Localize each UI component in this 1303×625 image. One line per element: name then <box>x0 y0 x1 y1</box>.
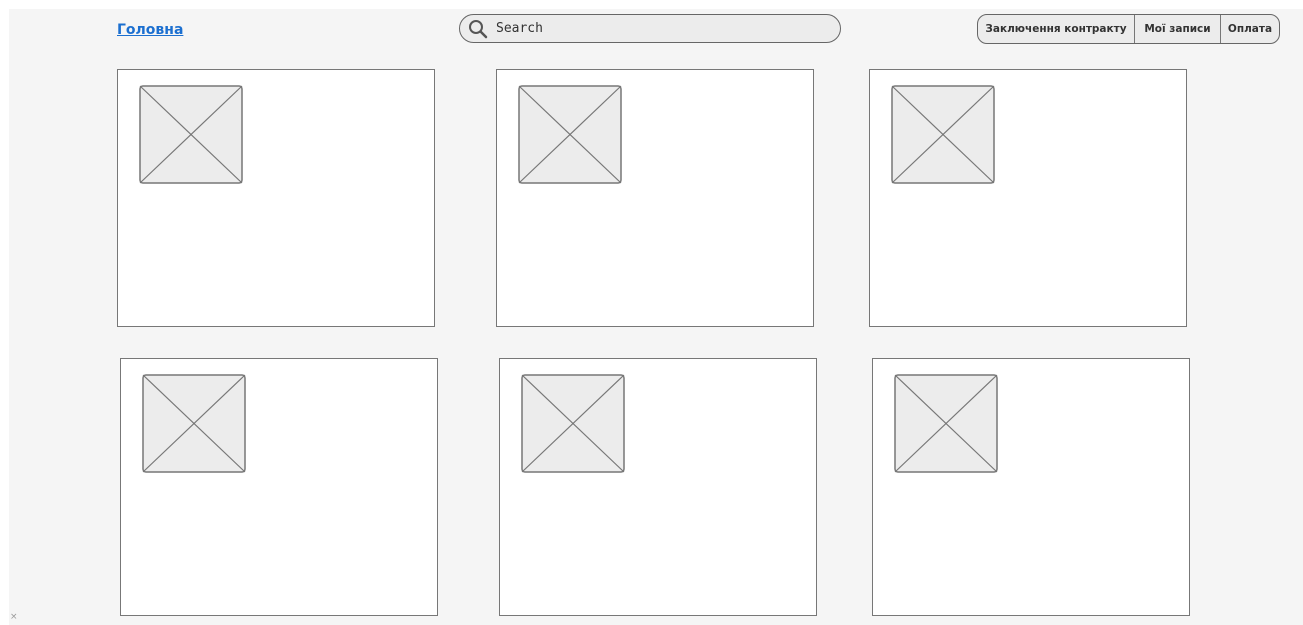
image-placeholder-icon <box>891 85 995 184</box>
top-menu: Заключення контракту Мої записи Оплата <box>977 14 1280 44</box>
content-card[interactable] <box>869 69 1187 327</box>
image-placeholder-icon <box>518 85 622 184</box>
content-card[interactable] <box>499 358 817 616</box>
search-input[interactable] <box>496 18 826 38</box>
search-icon <box>469 20 488 39</box>
image-placeholder-icon <box>894 374 998 473</box>
image-placeholder-icon <box>142 374 246 473</box>
content-card[interactable] <box>496 69 814 327</box>
menu-contract-button[interactable]: Заключення контракту <box>978 15 1134 43</box>
content-card[interactable] <box>872 358 1190 616</box>
menu-my-records-button[interactable]: Мої записи <box>1134 15 1220 43</box>
search-bar[interactable] <box>459 14 841 43</box>
home-link[interactable]: Головна <box>117 22 183 38</box>
close-icon[interactable]: × <box>10 613 18 622</box>
content-card[interactable] <box>120 358 438 616</box>
image-placeholder-icon <box>139 85 243 184</box>
image-placeholder-icon <box>521 374 625 473</box>
content-card[interactable] <box>117 69 435 327</box>
menu-payment-button[interactable]: Оплата <box>1220 15 1279 43</box>
